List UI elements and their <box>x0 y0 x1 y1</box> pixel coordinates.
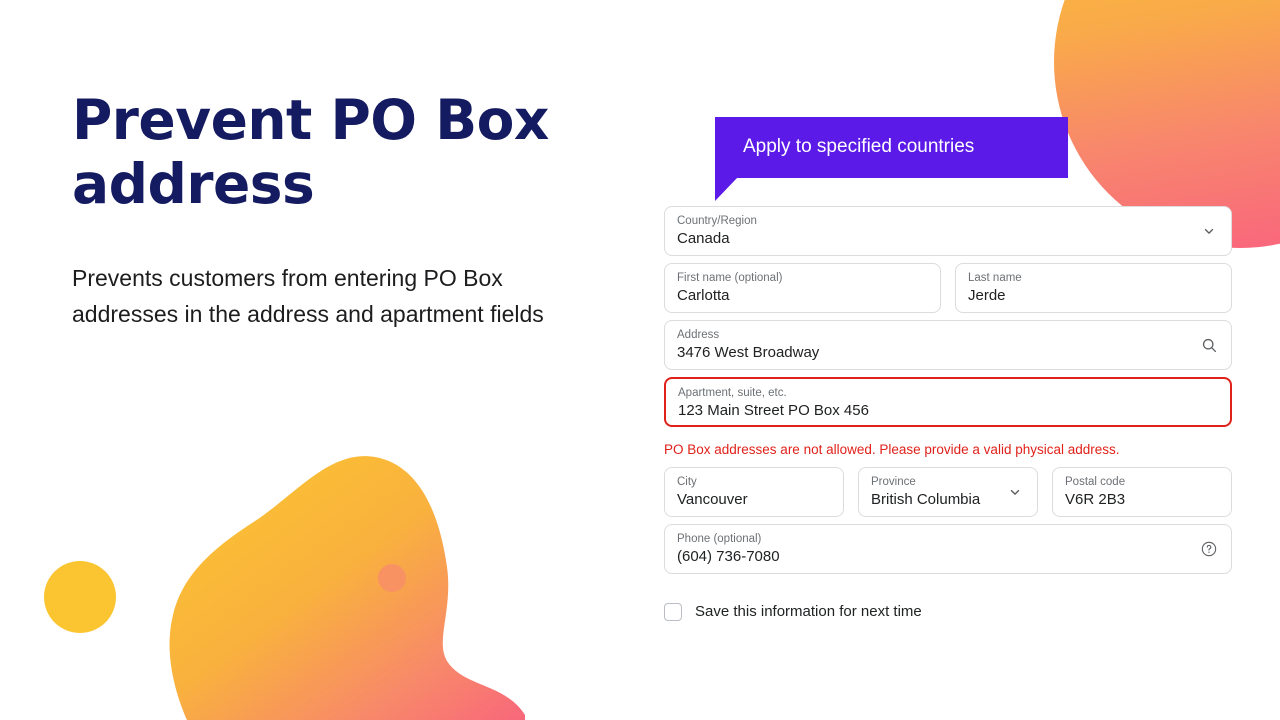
page-subtitle: Prevents customers from entering PO Box … <box>72 265 544 327</box>
apartment-input[interactable]: Apartment, suite, etc. 123 Main Street P… <box>664 377 1232 427</box>
apartment-error-message: PO Box addresses are not allowed. Please… <box>664 442 1120 457</box>
first-name-label: First name (optional) <box>677 272 783 284</box>
first-name-input[interactable]: First name (optional) Carlotta <box>664 263 941 313</box>
postal-code-value: V6R 2B3 <box>1065 491 1126 508</box>
province-label: Province <box>871 476 916 488</box>
help-circle-icon[interactable] <box>1199 539 1219 559</box>
phone-input[interactable]: Phone (optional) (604) 736-7080 <box>664 524 1232 574</box>
save-info-label: Save this information for next time <box>695 603 922 620</box>
postal-code-input[interactable]: Postal code V6R 2B3 <box>1052 467 1232 517</box>
phone-label: Phone (optional) <box>677 533 762 545</box>
province-select[interactable]: Province British Columbia <box>858 467 1038 517</box>
first-name-value: Carlotta <box>677 287 730 304</box>
gradient-blob-bottom-left <box>55 455 525 720</box>
last-name-input[interactable]: Last name Jerde <box>955 263 1232 313</box>
save-info-checkbox[interactable] <box>664 603 682 621</box>
form-row-phone: Phone (optional) (604) 736-7080 <box>664 524 1232 574</box>
last-name-label: Last name <box>968 272 1022 284</box>
callout-banner-label: Apply to specified countries <box>743 136 975 157</box>
city-label: City <box>677 476 697 488</box>
apartment-label: Apartment, suite, etc. <box>678 387 787 399</box>
country-region-select[interactable]: Country/Region Canada <box>664 206 1232 256</box>
decorative-dot-orange <box>378 564 406 592</box>
country-region-value: Canada <box>677 230 730 247</box>
checkout-form-column: Apply to specified countries Country/Reg… <box>664 117 1232 622</box>
form-row-city-province-postal: City Vancouver Province British Columbia… <box>664 467 1232 517</box>
address-value: 3476 West Broadway <box>677 344 820 361</box>
address-input[interactable]: Address 3476 West Broadway <box>664 320 1232 370</box>
form-row-apartment: Apartment, suite, etc. 123 Main Street P… <box>664 377 1232 427</box>
chevron-down-icon[interactable] <box>1199 221 1219 241</box>
form-row-address: Address 3476 West Broadway <box>664 320 1232 370</box>
form-row-name: First name (optional) Carlotta Last name… <box>664 263 1232 313</box>
page-title: Prevent PO Box address <box>72 88 592 216</box>
postal-code-label: Postal code <box>1065 476 1126 488</box>
phone-value: (604) 736-7080 <box>677 548 780 565</box>
address-form: Country/Region Canada First name (option… <box>664 206 1232 622</box>
address-label: Address <box>677 329 720 341</box>
page-title-line-2: address <box>72 152 315 216</box>
page-title-line-1: Prevent PO Box <box>72 88 549 152</box>
form-row-country: Country/Region Canada <box>664 206 1232 256</box>
search-icon[interactable] <box>1199 335 1219 355</box>
chevron-down-icon[interactable] <box>1005 482 1025 502</box>
callout-tail <box>715 178 777 201</box>
country-region-label: Country/Region <box>677 215 757 227</box>
province-value: British Columbia <box>871 491 981 508</box>
last-name-value: Jerde <box>968 287 1006 304</box>
decorative-dot-yellow <box>44 561 116 633</box>
city-value: Vancouver <box>677 491 748 508</box>
callout-banner: Apply to specified countries <box>715 117 1068 201</box>
apartment-value: 123 Main Street PO Box 456 <box>678 402 869 419</box>
save-info-checkbox-row[interactable]: Save this information for next time <box>664 602 1232 622</box>
city-input[interactable]: City Vancouver <box>664 467 844 517</box>
hero-text-column: Prevent PO Box address Prevents customer… <box>72 88 592 332</box>
